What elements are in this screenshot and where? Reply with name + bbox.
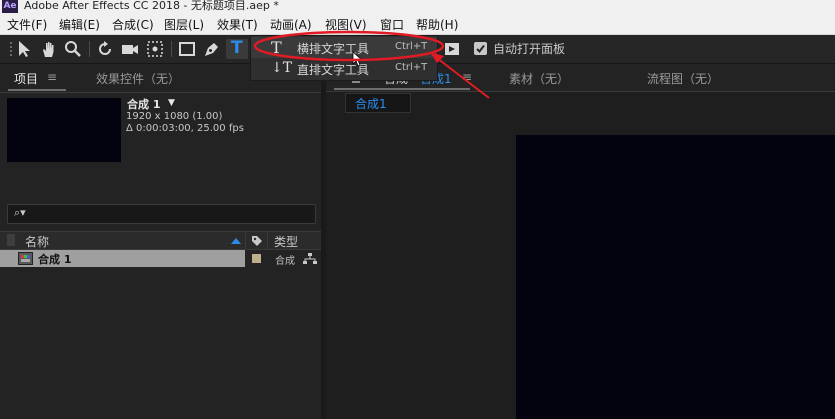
menu-view[interactable]: 视图(V) [325,16,367,33]
comp-name: 合成 1 [127,98,161,111]
menu-bar: 文件(F) 编辑(E) 合成(C) 图层(L) 效果(T) 动画(A) 视图(V… [0,14,835,35]
toolbar-separator [171,41,172,57]
comp-size: 1920 x 1080 (1.00) [126,111,223,122]
column-divider [267,232,268,249]
camera-tool-icon[interactable] [120,39,140,59]
zoom-tool-icon[interactable] [63,39,83,59]
window-title: Adobe After Effects CC 2018 - 无标题项目.aep … [24,0,279,12]
project-panel: 项目 ≡ 效果控件（无） 合成 1 ▼ 1920 x 1080 (1.00) Δ… [0,64,321,419]
horizontal-text-tool-item[interactable]: T 横排文字工具 Ctrl+T [251,37,437,58]
tab-project[interactable]: 项目 [14,70,38,87]
project-list-header: 名称 类型 [0,231,321,250]
text-tool-button[interactable]: T [226,38,248,59]
tab-flowchart[interactable]: 流程图（无） [647,70,719,87]
hand-tool-icon[interactable] [39,39,59,59]
column-name[interactable]: 名称 [25,233,49,250]
comp-thumbnail [7,98,121,162]
vertical-text-tool-item[interactable]: ↓T 直排文字工具 Ctrl+T [251,58,437,79]
vertical-text-shortcut: Ctrl+T [395,62,428,73]
menu-effect[interactable]: 效果(T) [217,16,258,33]
horizontal-text-shortcut: Ctrl+T [395,41,428,52]
sort-ascending-icon[interactable] [230,237,242,245]
label-column-icon [7,234,15,246]
pan-behind-tool-icon[interactable] [145,39,165,59]
auto-open-panels-checkbox[interactable] [474,42,487,55]
pen-tool-icon[interactable] [202,39,222,59]
project-tab-menu-icon[interactable]: ≡ [47,70,57,84]
composition-canvas[interactable] [516,135,835,419]
label-tag-icon[interactable] [251,235,263,247]
menu-window[interactable]: 窗口 [380,16,404,33]
auto-open-panels-label: 自动打开面板 [493,42,566,56]
active-tab-underline [8,89,66,91]
subtab-comp-name: 合成1 [355,97,387,111]
rotate-tool-icon[interactable] [95,39,115,59]
column-divider [245,232,246,249]
label-color-swatch[interactable] [252,254,261,263]
viewer-comp-subtab[interactable]: 合成1 [345,93,411,113]
flowchart-icon[interactable] [303,253,317,265]
mouse-cursor-icon [352,51,364,67]
viewer-tab-menu-icon[interactable]: ≡ [462,70,472,84]
menu-help[interactable]: 帮助(H) [416,16,458,33]
menu-comp[interactable]: 合成(C) [112,16,154,33]
tab-footage[interactable]: 素材（无） [509,70,569,87]
toolbar-separator [89,41,90,57]
text-tool-menu: T 横排文字工具 Ctrl+T ↓T 直排文字工具 Ctrl+T [250,35,438,81]
active-tab-underline [334,88,470,90]
text-tool-icon: T [231,38,243,58]
item-type: 合成 [275,256,295,267]
puppet-tool-icon[interactable] [442,39,462,59]
search-icon: ⌕▾ [14,206,26,219]
selection-tool-icon[interactable] [14,39,34,59]
item-name: 合成 1 [38,253,72,266]
comp-dropdown-icon[interactable]: ▼ [168,98,175,108]
toolbar-grip [2,39,12,59]
project-item-row[interactable]: 合成 1 合成 [0,250,321,267]
vertical-text-icon: ↓T [271,60,293,76]
menu-animation[interactable]: 动画(A) [270,16,312,33]
project-search-input[interactable]: ⌕▾ [7,204,316,224]
horizontal-text-icon: T [271,38,282,57]
ae-logo-icon: Ae [2,0,18,13]
menu-layer[interactable]: 图层(L) [164,16,204,33]
comp-duration: Δ 0:00:03:00, 25.00 fps [126,123,244,134]
rectangle-tool-icon[interactable] [177,39,197,59]
title-bar: Ae Adobe After Effects CC 2018 - 无标题项目.a… [0,0,835,14]
menu-file[interactable]: 文件(F) [7,16,47,33]
composition-viewer-panel: 合成 合成1 ≡ 素材（无） 流程图（无） 合成1 [326,64,835,419]
row-selection-highlight [0,250,245,267]
menu-edit[interactable]: 编辑(E) [59,16,100,33]
tab-effect-controls[interactable]: 效果控件（无） [96,70,180,87]
column-type[interactable]: 类型 [274,233,298,250]
composition-icon [18,252,33,265]
